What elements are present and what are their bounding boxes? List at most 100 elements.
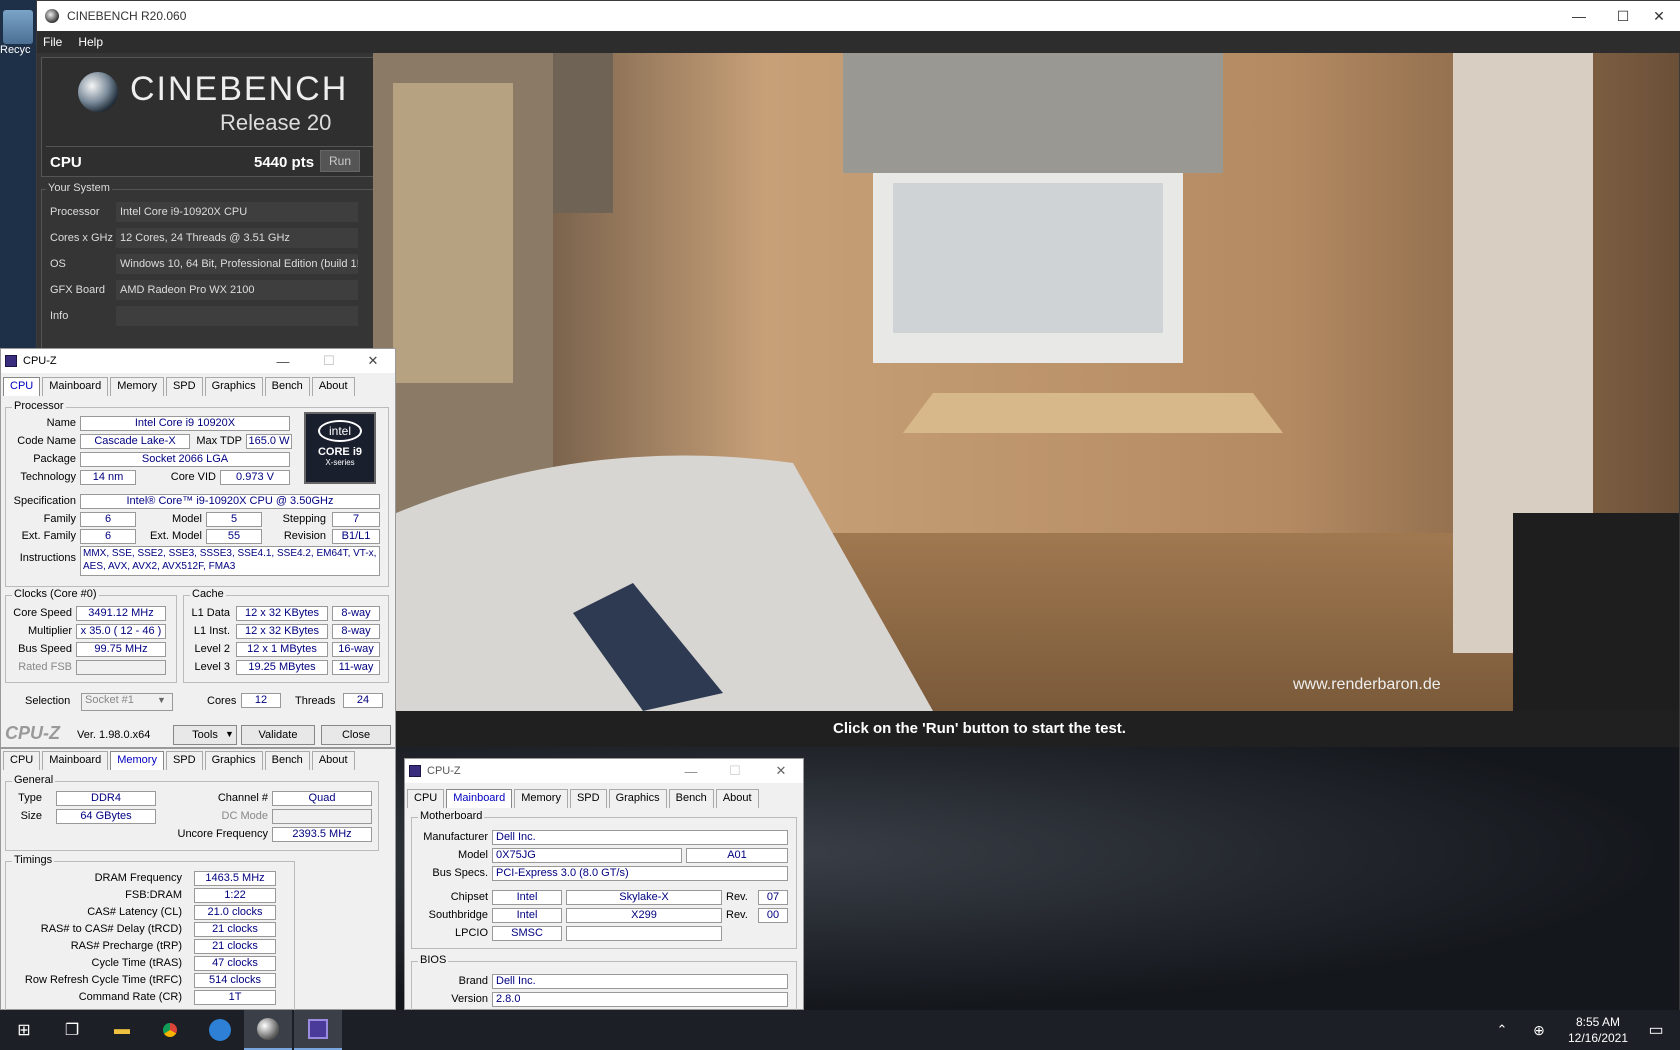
- model-label: Model: [172, 513, 202, 525]
- southbridge-label: Southbridge: [428, 909, 488, 921]
- chipset-label: Chipset: [450, 891, 488, 903]
- badge-series: X-series: [325, 458, 355, 467]
- busspecs-label: Bus Specs.: [432, 867, 488, 879]
- name-label: Name: [46, 417, 76, 429]
- brand-field: Dell Inc.: [492, 974, 788, 989]
- channel-label: Channel #: [217, 792, 268, 804]
- cores-label: Cores: [207, 695, 237, 707]
- instructions-line: MMX, SSE, SSE2, SSE3, SSSE3, SSE4.1, SSE…: [83, 548, 377, 559]
- tab-mainboard[interactable]: Mainboard: [42, 377, 109, 396]
- system-value: 12 Cores, 24 Threads @ 3.51 GHz: [116, 228, 358, 248]
- extmodel-label: Ext. Model: [150, 530, 202, 542]
- cinebench-taskbar-icon[interactable]: [244, 1010, 292, 1050]
- tab-bench[interactable]: Bench: [264, 377, 310, 396]
- tab-graphics[interactable]: Graphics: [608, 789, 667, 808]
- cpuz-tabs: CPU Mainboard Memory SPD Graphics Bench …: [407, 789, 761, 809]
- timing-value: 21 clocks: [194, 939, 276, 954]
- tab-spd[interactable]: SPD: [165, 377, 203, 396]
- maxtdp-label: Max TDP: [196, 435, 242, 447]
- minimize-icon[interactable]: —: [1557, 1, 1601, 31]
- tab-bench[interactable]: Bench: [264, 751, 310, 770]
- close-icon[interactable]: ✕: [761, 759, 801, 783]
- chrome-icon[interactable]: [146, 1010, 194, 1050]
- cpuz-titlebar[interactable]: CPU-Z — ☐ ✕: [1, 349, 395, 373]
- validate-button[interactable]: Validate: [241, 725, 315, 745]
- file-explorer-icon[interactable]: ▬: [98, 1010, 146, 1050]
- dcmode-label: DC Mode: [221, 810, 268, 822]
- corevid-label: Core VID: [170, 471, 216, 483]
- tab-mainboard[interactable]: Mainboard: [42, 751, 109, 770]
- recycle-bin-icon[interactable]: Recyc: [0, 10, 36, 70]
- chevron-up-icon[interactable]: ⌃: [1478, 1010, 1526, 1050]
- busspeed-label: Bus Speed: [18, 643, 72, 655]
- multiplier-label: Multiplier: [27, 625, 72, 637]
- processor-group: Processor Name Intel Core i9 10920X Code…: [5, 400, 389, 587]
- render-watermark: www.renderbaron.de: [1292, 676, 1441, 693]
- tab-cpu[interactable]: CPU: [407, 789, 445, 808]
- cpuz-memory-window: CPU Mainboard Memory SPD Graphics Bench …: [0, 748, 396, 1011]
- threads-field: 24: [343, 693, 383, 708]
- minimize-icon[interactable]: —: [263, 349, 303, 373]
- stepping-label: Stepping: [282, 513, 326, 525]
- manufacturer-field: Dell Inc.: [492, 830, 788, 845]
- tab-memory[interactable]: Memory: [110, 751, 164, 770]
- taskbar: ⊞ ❐ ▬ ⌃ ⊕ 8:55 AM 12/16/2021 ▭: [0, 1010, 1680, 1050]
- cores-field: 12: [241, 693, 281, 708]
- tab-graphics[interactable]: Graphics: [204, 751, 263, 770]
- timing-value: 47 clocks: [194, 956, 276, 971]
- minimize-icon[interactable]: —: [671, 759, 711, 783]
- rev-label: Rev.: [726, 891, 748, 903]
- tab-bench[interactable]: Bench: [668, 789, 714, 808]
- run-button[interactable]: Run: [320, 150, 360, 172]
- tab-graphics[interactable]: Graphics: [204, 377, 263, 396]
- tab-memory[interactable]: Memory: [110, 377, 164, 396]
- l2-label: Level 2: [194, 643, 230, 655]
- tab-cpu[interactable]: CPU: [3, 751, 41, 770]
- tab-about[interactable]: About: [311, 751, 355, 770]
- timing-value: 1463.5 MHz: [194, 871, 276, 886]
- tab-spd[interactable]: SPD: [569, 789, 607, 808]
- family-label: Family: [43, 513, 76, 525]
- windows-start-icon[interactable]: ⊞: [0, 1010, 48, 1050]
- tab-mainboard[interactable]: Mainboard: [446, 789, 513, 808]
- model-field: 5: [206, 512, 262, 527]
- cpuz-tabs: CPU Mainboard Memory SPD Graphics Bench …: [3, 751, 357, 771]
- close-icon[interactable]: ✕: [353, 349, 393, 373]
- timing-label: FSB:DRAM: [125, 889, 182, 901]
- system-row: Processor Intel Core i9-10920X CPU: [46, 202, 386, 224]
- instructions-line: AES, AVX, AVX2, AVX512F, FMA3: [83, 561, 236, 572]
- badge-core: CORE i9: [317, 446, 362, 458]
- notification-icon[interactable]: ▭: [1632, 1010, 1680, 1050]
- tab-about[interactable]: About: [715, 789, 759, 808]
- close-icon[interactable]: ✕: [1637, 1, 1680, 31]
- brand-title: CINEBENCH: [130, 70, 349, 108]
- timing-value: 514 clocks: [194, 973, 276, 988]
- system-key: OS: [50, 258, 66, 270]
- cpuz-titlebar[interactable]: CPU-Z — ☐ ✕: [405, 759, 803, 783]
- maxtdp-field: 165.0 W: [246, 434, 292, 449]
- menu-file[interactable]: File: [43, 35, 62, 49]
- tab-memory[interactable]: Memory: [514, 789, 568, 808]
- cache-heading: Cache: [190, 588, 226, 600]
- general-group: General Type DDR4 Channel # Quad Size 64…: [5, 774, 379, 851]
- busspeed-field: 99.75 MHz: [76, 642, 166, 657]
- busspecs-field: PCI-Express 3.0 (8.0 GT/s): [492, 866, 788, 881]
- task-view-icon[interactable]: ❐: [48, 1010, 96, 1050]
- remote-app-icon[interactable]: [196, 1010, 244, 1050]
- extmodel-field: 55: [206, 529, 262, 544]
- timing-label: Row Refresh Cycle Time (tRFC): [24, 974, 182, 986]
- menu-help[interactable]: Help: [78, 35, 103, 49]
- tab-cpu[interactable]: CPU: [3, 377, 41, 396]
- close-button[interactable]: Close: [321, 725, 391, 745]
- cpuz-taskbar-icon[interactable]: [294, 1010, 342, 1050]
- intel-badge: intel CORE i9 X-series: [304, 412, 376, 484]
- brand-label: Brand: [458, 975, 488, 987]
- system-key: Processor: [50, 206, 100, 218]
- motherboard-heading: Motherboard: [418, 810, 485, 822]
- tab-about[interactable]: About: [311, 377, 355, 396]
- your-system-heading: Your System: [46, 182, 112, 194]
- size-label: Size: [20, 810, 42, 822]
- tab-spd[interactable]: SPD: [165, 751, 203, 770]
- cinebench-titlebar[interactable]: CINEBENCH R20.060 — ☐ ✕: [37, 1, 1680, 31]
- chevron-down-icon: ▼: [225, 729, 234, 739]
